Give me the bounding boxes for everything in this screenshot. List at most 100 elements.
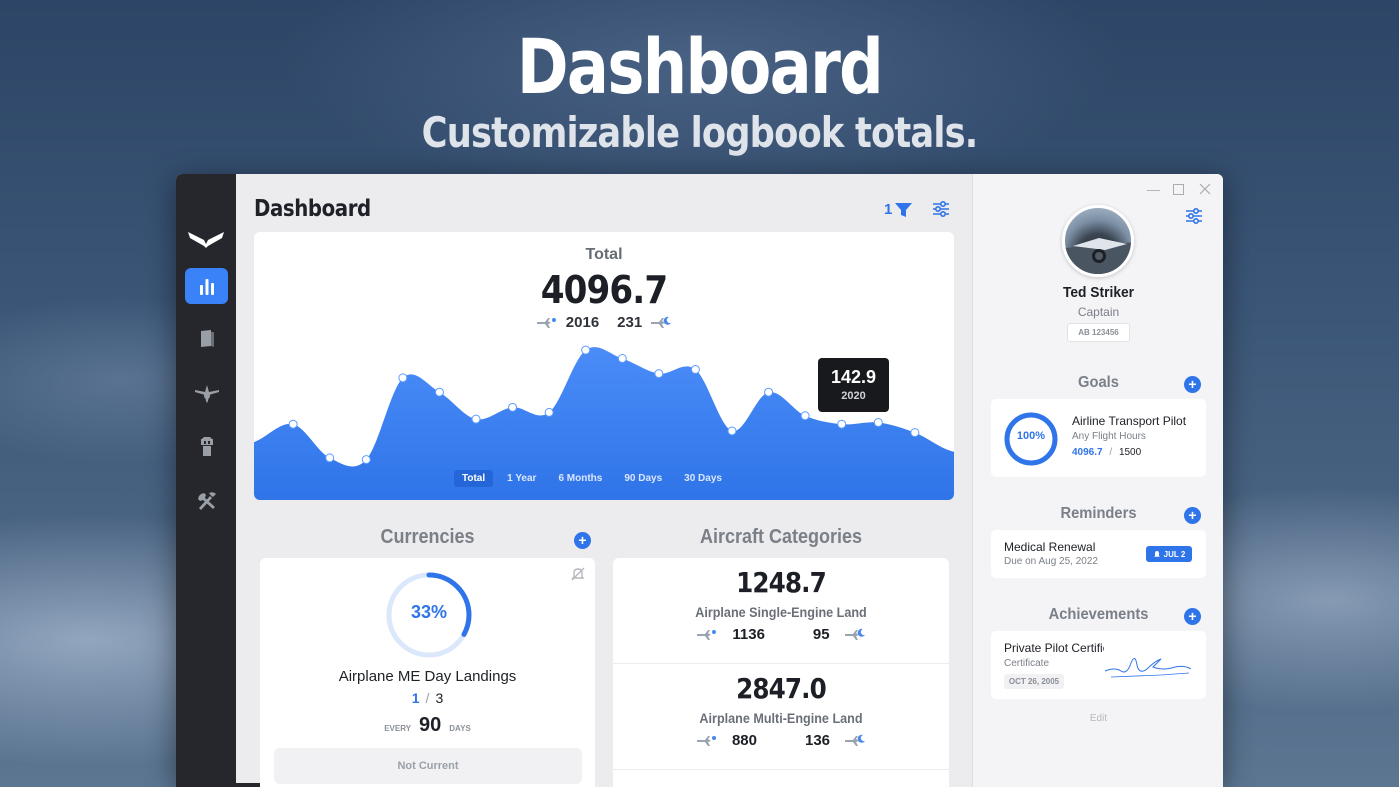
goal-card[interactable]: 100% Airline Transport Pilot Any Flight …: [991, 399, 1206, 477]
bell-off-icon[interactable]: [570, 566, 586, 582]
chart-point[interactable]: [361, 455, 371, 465]
profile-name: Ted Striker: [1062, 284, 1135, 301]
chart-point[interactable]: [434, 387, 444, 397]
chart-point[interactable]: [617, 354, 627, 364]
category-day-hours: 1136: [732, 626, 765, 643]
add-reminder-button[interactable]: +: [1184, 507, 1201, 524]
category-row[interactable]: 1248.7 Airplane Single-Engine Land 1136 …: [613, 558, 949, 664]
total-night-hours: 231: [617, 314, 643, 331]
chart-point[interactable]: [910, 428, 920, 438]
edit-link[interactable]: Edit: [973, 713, 1223, 724]
night-flight-icon: [845, 734, 866, 746]
nav-aircraft[interactable]: [185, 375, 228, 411]
currency-current: 1: [411, 690, 420, 706]
maximize-icon[interactable]: [1173, 184, 1184, 195]
tab-total[interactable]: Total: [454, 470, 494, 487]
currency-separator: /: [425, 690, 430, 706]
chart-point[interactable]: [764, 387, 774, 397]
total-label: Total: [585, 246, 623, 263]
chart-point[interactable]: [325, 453, 335, 463]
currency-percent: 33%: [410, 602, 448, 622]
category-night-hours: 95: [812, 626, 830, 643]
minimize-icon[interactable]: —: [1147, 182, 1160, 197]
every-value: 90: [419, 714, 442, 736]
reminder-title: Medical Renewal: [1004, 540, 1096, 554]
tab-1-year[interactable]: 1 Year: [499, 470, 544, 487]
sliders-icon[interactable]: [932, 201, 950, 217]
close-icon[interactable]: [1199, 183, 1211, 195]
achievement-card[interactable]: Private Pilot Certificate Certificate OC…: [991, 631, 1206, 699]
nav-tools[interactable]: [185, 483, 228, 519]
logbook-icon: [200, 330, 214, 347]
bar-chart-icon: [199, 279, 214, 295]
category-name: Airplane Multi-Engine Land: [699, 710, 863, 726]
category-row[interactable]: 2847.0 Airplane Multi-Engine Land 880 13…: [613, 664, 949, 770]
total-value: 4096.7: [540, 268, 668, 312]
sliders-icon[interactable]: [1185, 208, 1203, 224]
currencies-heading: Currencies: [380, 526, 475, 548]
chart-point[interactable]: [288, 419, 298, 429]
chart-point[interactable]: [690, 364, 700, 374]
reminder-badge: JUL 2: [1146, 546, 1192, 562]
tower-icon: [200, 437, 213, 456]
total-day-hours: 2016: [565, 314, 600, 331]
category-day-night: 880 136: [613, 732, 949, 749]
filter-button[interactable]: 1: [884, 201, 913, 218]
category-day-night: 1136 95: [613, 626, 949, 643]
currency-status: Not Current: [274, 748, 582, 784]
achievements-heading: Achievements: [1048, 606, 1149, 623]
currency-count: 1 / 3: [260, 690, 595, 706]
sidebar: [176, 174, 236, 787]
range-tabs: Total 1 Year 6 Months 90 Days 30 Days: [454, 470, 730, 487]
tab-90-days[interactable]: 90 Days: [616, 470, 670, 487]
chart-point[interactable]: [800, 411, 810, 421]
tab-6-months[interactable]: 6 Months: [550, 470, 610, 487]
achievement-date: OCT 26, 2005: [1004, 674, 1064, 689]
chart-point[interactable]: [508, 402, 518, 412]
category-night-hours: 136: [805, 732, 831, 749]
chart-point[interactable]: [544, 407, 554, 417]
add-goal-button[interactable]: +: [1184, 376, 1201, 393]
chart-point[interactable]: [398, 373, 408, 383]
chart-point[interactable]: [654, 369, 664, 379]
achievement-subtitle: Certificate: [1004, 658, 1050, 669]
add-achievement-button[interactable]: +: [1184, 608, 1201, 625]
reminder-card[interactable]: Medical Renewal Due on Aug 25, 2022 JUL …: [991, 530, 1206, 578]
chart-point[interactable]: [837, 419, 847, 429]
filter-count: 1: [884, 201, 893, 218]
tab-30-days[interactable]: 30 Days: [676, 470, 730, 487]
reminders-heading: Reminders: [1060, 505, 1137, 522]
goal-current: 4096.7: [1072, 447, 1103, 458]
wing-logo-icon[interactable]: [186, 226, 226, 250]
chart-tooltip: 142.9 2020: [818, 358, 889, 412]
category-day-hours: 880: [731, 732, 757, 749]
day-flight-icon: [536, 317, 556, 328]
chart-point[interactable]: [727, 426, 737, 436]
day-flight-icon: [697, 629, 717, 640]
profile-rank: Captain: [1077, 305, 1120, 319]
days-label: DAYS: [449, 724, 471, 733]
avatar[interactable]: [1062, 205, 1134, 277]
signature-image: [1104, 658, 1192, 678]
chart-point[interactable]: [581, 345, 591, 355]
add-currency-button[interactable]: +: [574, 532, 591, 549]
profile-panel: — Ted Striker Captain AB 123456 Goals + …: [972, 174, 1223, 787]
goal-subtitle: Any Flight Hours: [1072, 431, 1146, 442]
hero-subtitle: Customizable logbook totals.: [421, 108, 979, 157]
currency-name: Airplane ME Day Landings: [338, 668, 517, 685]
page-title: Dashboard: [254, 196, 371, 222]
currency-period: EVERY 90 DAYS: [260, 714, 595, 737]
goal-percent: 100%: [1016, 430, 1046, 442]
achievement-title: Private Pilot Certificate: [1004, 641, 1104, 655]
chart-point[interactable]: [471, 414, 481, 424]
profile-license: AB 123456: [1067, 323, 1130, 342]
nav-dashboard[interactable]: [185, 268, 228, 304]
nav-airports[interactable]: [185, 429, 228, 465]
airplane-icon: [194, 385, 219, 403]
chart-point[interactable]: [873, 418, 883, 428]
reminder-subtitle: Due on Aug 25, 2022: [1004, 556, 1098, 567]
category-value: 1248.7: [736, 566, 827, 599]
currency-card[interactable]: 33% Airplane ME Day Landings 1 / 3 EVERY 9…: [260, 558, 595, 787]
nav-logbook[interactable]: [185, 321, 228, 357]
avatar-photo: [1065, 238, 1131, 274]
